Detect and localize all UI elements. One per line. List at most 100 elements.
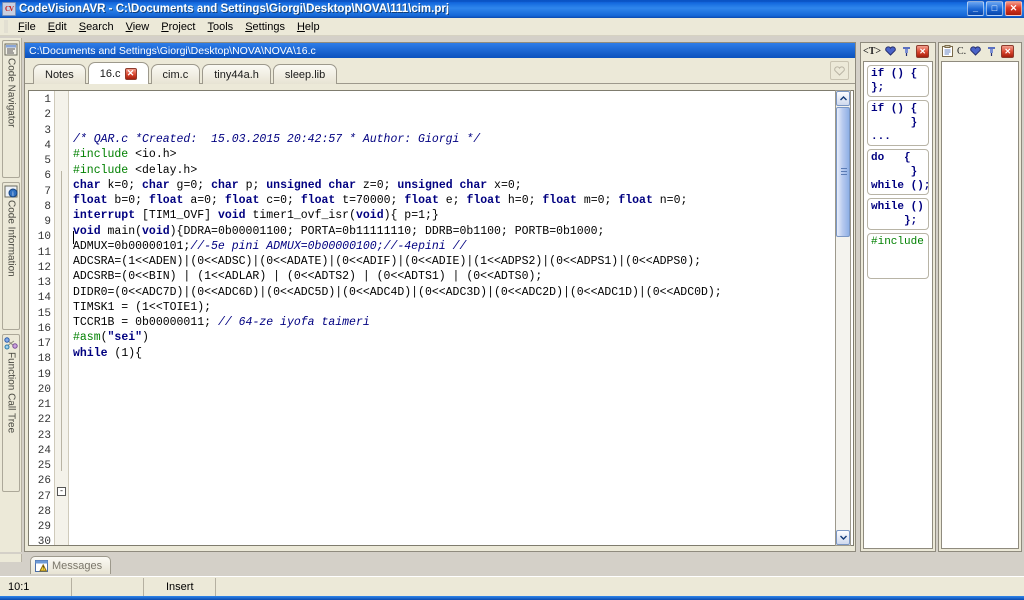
code-token: interrupt [73, 209, 136, 223]
close-button[interactable]: ✕ [1005, 1, 1022, 16]
line-number: 8 [44, 200, 51, 213]
tab-label: sleep.lib [284, 68, 326, 81]
code-token: float [300, 194, 336, 207]
sidebar-label-function-call-tree: Function Call Tree [5, 352, 17, 434]
line-number: 23 [37, 429, 51, 442]
favorites-button[interactable] [830, 61, 849, 80]
menu-item-settings[interactable]: Settings [239, 20, 291, 34]
code-token: c=0; [259, 194, 301, 207]
code-templates-list[interactable]: if () { }; if () { } ... do { } while (); w… [863, 61, 933, 549]
messages-tab[interactable]: ! Messages [30, 556, 112, 574]
code-token: // 64-ze iyofa taimeri [217, 316, 370, 329]
tab-sleep-lib[interactable]: sleep.lib [272, 64, 338, 84]
sidebar-item-code-information[interactable]: i Code Information [2, 182, 20, 330]
menu-item-help[interactable]: Help [291, 20, 326, 34]
menu-item-project[interactable]: Project [155, 20, 201, 34]
sidebar-item-code-navigator[interactable]: Code Navigator [2, 40, 20, 178]
line-number: 9 [44, 216, 51, 228]
line-number: 7 [44, 185, 51, 198]
scrollbar-thumb[interactable] [836, 107, 850, 237]
fold-cell [55, 439, 68, 454]
code-template-item[interactable]: do { } while (); [867, 149, 930, 195]
code-token: float [224, 194, 260, 207]
code-line: char k=0; char g=0; char p; unsigned cha… [73, 178, 853, 193]
code-token: void [73, 224, 101, 238]
close-icon[interactable]: ✕ [1001, 44, 1015, 58]
code-template-item[interactable]: if () { } ... [867, 100, 929, 146]
minimize-button[interactable]: _ [967, 1, 984, 16]
code-templates-panel: <T> ✕ if () { }; if () { } ... do { } whil… [860, 42, 936, 552]
line-number: 4 [44, 139, 51, 152]
svg-text:!: ! [43, 566, 44, 572]
line-number: 3 [44, 124, 51, 137]
menu-item-file[interactable]: File [12, 20, 42, 34]
menu-item-view[interactable]: View [120, 20, 156, 34]
code-token: unsigned char [266, 178, 356, 192]
code-token: void [142, 224, 170, 238]
code-line: void main(void){DDRA=0b00001100; PORTA=0… [73, 224, 853, 239]
function-call-tree-icon [4, 337, 18, 350]
fold-cell [55, 393, 68, 408]
clipboard-history-list[interactable] [941, 61, 1019, 549]
code-line: #include <io.h> [73, 147, 853, 162]
heart-icon[interactable] [969, 45, 982, 58]
code-token: "sei" [107, 331, 143, 345]
code-fold-gutter[interactable]: --- [55, 91, 69, 545]
fold-toggle-icon[interactable]: - [57, 487, 66, 497]
close-icon[interactable]: ✕ [916, 44, 930, 58]
code-text-content[interactable]: /* QAR.c *Created: 15.03.2015 20:42:57 *… [69, 91, 853, 545]
code-token: float [73, 194, 108, 207]
tab-notes[interactable]: Notes [33, 64, 86, 84]
code-token: <delay.h> [128, 163, 198, 177]
menu-item-edit[interactable]: Edit [42, 20, 73, 34]
code-token: TCCR1B = 0b00000011; [73, 316, 218, 329]
code-template-item[interactable]: #include [867, 233, 929, 279]
sidebar-label-code-navigator: Code Navigator [5, 58, 17, 128]
window-controls: _ □ ✕ [967, 1, 1022, 16]
code-templates-header: <T> ✕ [861, 43, 935, 59]
tab-close-icon[interactable]: ✕ [124, 67, 137, 80]
code-token: [TIM1_OVF] [135, 209, 218, 223]
maximize-button[interactable]: □ [986, 1, 1003, 16]
editor-window: C:\Documents and Settings\Giorgi\Desktop… [24, 42, 856, 552]
code-token: ADCSRA=(1<<ADEN)|(0<<ADSC)|(0<<ADATE)|(0… [73, 255, 702, 268]
sidebar-item-function-call-tree[interactable]: Function Call Tree [2, 334, 20, 492]
code-token: #include [73, 163, 129, 177]
code-token: char [211, 178, 239, 192]
pin-icon[interactable] [900, 45, 913, 58]
code-token: <io.h> [128, 148, 177, 162]
tab-16-c[interactable]: 16.c ✕ [87, 62, 149, 84]
code-template-item[interactable]: while () }; [867, 198, 929, 230]
heart-icon[interactable] [884, 45, 897, 58]
editor-vertical-scrollbar[interactable] [835, 90, 851, 546]
status-bar: 10:1 Insert [0, 576, 1024, 596]
line-number: 1 [44, 94, 51, 106]
line-number: 5 [44, 155, 51, 167]
code-editor[interactable]: 1 2 3 4 5 6 7 8 9 10 11 12 13 14 15 16 17 18 19 20 21 22 23 24 2… [28, 90, 854, 546]
menu-item-tools[interactable]: Tools [202, 20, 240, 34]
menu-item-search[interactable]: Search [73, 20, 120, 34]
fold-cell[interactable]: - [55, 485, 68, 500]
menu-bar: File Edit Search View Project Tools Sett… [0, 18, 1024, 36]
code-token: e; [438, 194, 467, 207]
code-token: #include [73, 148, 129, 162]
code-line: interrupt [TIM1_OVF] void timer1_ovf_isr… [73, 208, 853, 223]
fold-cell [55, 454, 68, 469]
pin-icon[interactable] [985, 45, 998, 58]
code-line: DIDR0=(0<<ADC7D)|(0<<ADC6D)|(0<<ADC5D)|(… [73, 285, 853, 300]
code-token: ){DDRA=0b00001100; PORTA=0b11111110; DDR… [169, 224, 605, 238]
scroll-up-button[interactable] [836, 91, 850, 106]
scroll-down-button[interactable] [836, 530, 850, 545]
code-token: char [73, 178, 101, 192]
code-token: #asm [73, 331, 101, 345]
code-line: TCCR1B = 0b00000011; // 64-ze iyofa taim… [73, 315, 853, 330]
code-token: float [466, 194, 501, 207]
menu-grip-icon[interactable] [4, 20, 8, 33]
fold-cell [55, 515, 68, 530]
line-number: 20 [37, 383, 51, 396]
code-token: b=0; [107, 194, 149, 207]
code-template-item[interactable]: if () { }; [867, 65, 929, 97]
tab-tiny44a-h[interactable]: tiny44a.h [202, 64, 271, 84]
tab-cim-c[interactable]: cim.c [150, 64, 201, 84]
tab-label: cim.c [162, 68, 189, 81]
